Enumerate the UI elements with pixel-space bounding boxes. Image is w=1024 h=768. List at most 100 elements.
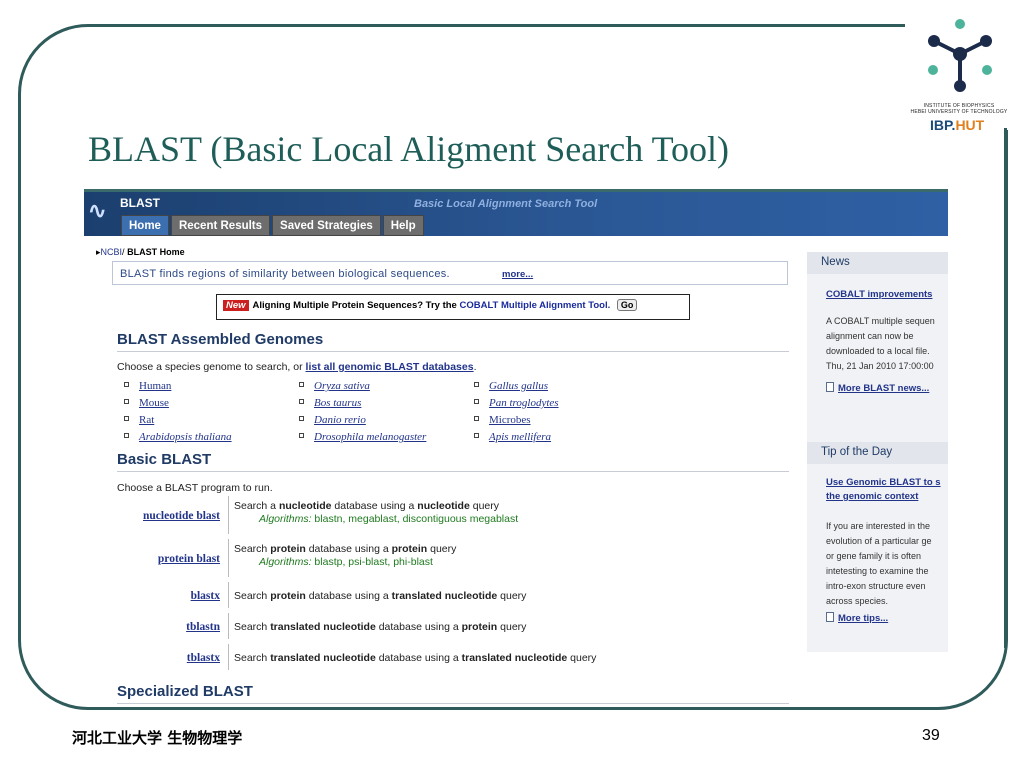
genome-item: Microbes [474,414,649,430]
helix-icon: ∿ [88,198,107,223]
document-icon [826,612,834,622]
genome-link[interactable]: Bos taurus [314,397,361,409]
news-cobalt-link[interactable]: COBALT improvements [826,289,932,300]
square-bullet-icon [124,433,129,438]
description-part: query [497,621,527,633]
breadcrumb: ▸NCBI/ BLAST Home [96,247,185,257]
tagline-more-link[interactable]: more... [502,269,533,280]
blast-tabs: Home Recent Results Saved Strategies Hel… [121,215,424,236]
program-divider [228,539,229,577]
genome-link[interactable]: Pan troglodytes [489,397,559,409]
page-number: 39 [922,727,940,744]
document-icon [826,382,834,392]
text-line: alignment can now be [826,331,914,341]
description-part: protein [270,590,306,602]
cobalt-text: Aligning Multiple Protein Sequences? Try… [252,300,457,311]
description-part: translated nucleotide [270,621,376,633]
program-description: Search translated nucleotide database us… [234,621,526,633]
tip-heading: Tip of the Day [807,442,948,464]
genome-link[interactable]: Rat [139,414,154,426]
genome-link[interactable]: Oryza sativa [314,380,370,392]
text-line: downloaded to a local file. [826,346,930,356]
cobalt-link[interactable]: COBALT Multiple Alignment Tool. [459,300,610,311]
tab-recent-results[interactable]: Recent Results [170,215,271,236]
cobalt-go-button[interactable]: Go [616,299,638,311]
square-bullet-icon [474,433,479,438]
description-part: nucleotide [278,500,332,512]
description-part: query [567,652,597,664]
more-tips-link[interactable]: More tips... [826,612,888,624]
description-part: database using a [331,500,418,512]
logo-brand: IBP.HUT [930,117,984,133]
tip-text: If you are interested in the evolution of… [826,519,932,609]
description-part: translated nucleotide [461,652,568,664]
program-description: Search a nucleotide database using a nuc… [234,500,499,512]
text-line: A COBALT multiple sequen [826,316,935,326]
text-line: intetesting to examine the [826,566,929,576]
square-bullet-icon [124,416,129,421]
genome-link[interactable]: Gallus gallus [489,380,548,392]
genome-link[interactable]: Mouse [139,397,169,409]
description-part: protein [461,621,498,633]
genome-item: Arabidopsis thaliana [124,431,299,447]
description-part: database using a [305,543,392,555]
description-part: Search [234,652,271,664]
description-part: translated nucleotide [391,590,498,602]
genome-link[interactable]: Microbes [489,414,531,426]
news-heading: News [807,252,948,274]
description-part: database using a [305,590,392,602]
genome-list: Human Oryza sativa Gallus gallus Mouse Bos t… [124,380,649,447]
text-line: across species. [826,596,889,606]
program-link[interactable]: nucleotide blast [143,510,220,522]
description-part: protein [270,543,306,555]
list-genomic-databases-link[interactable]: list all genomic BLAST databases [306,361,474,373]
tip-link-line-1: Use Genomic BLAST to s [826,477,941,488]
text-line: Thu, 21 Jan 2010 17:00:00 [826,361,934,371]
assembled-intro-end: . [473,361,477,373]
program-divider [228,613,229,639]
genome-item: Rat [124,414,299,430]
tab-saved-strategies[interactable]: Saved Strategies [272,215,381,236]
program-link[interactable]: tblastn [186,621,220,633]
square-bullet-icon [124,382,129,387]
square-bullet-icon [124,399,129,404]
description-part: Search a [234,500,279,512]
program-algorithms: Algorithms: blastn, megablast, discontig… [259,513,518,525]
assembled-rule [117,351,789,352]
program-description: Search protein database using a protein … [234,543,456,555]
genome-item: Danio rerio [299,414,474,430]
blast-name: BLAST [120,196,160,210]
breadcrumb-ncbi[interactable]: NCBI [101,247,123,257]
genome-link[interactable]: Danio rerio [314,414,366,426]
program-link[interactable]: tblastx [187,652,220,664]
more-blast-news-link[interactable]: More BLAST news... [826,382,929,394]
genome-item: Human [124,380,299,396]
basic-blast-heading: Basic BLAST [117,451,212,468]
program-divider [228,582,229,608]
more-blast-news-label: More BLAST news... [838,383,930,394]
blast-subtitle: Basic Local Alignment Search Tool [414,198,598,210]
basic-intro: Choose a BLAST program to run. [117,482,273,494]
program-link[interactable]: blastx [191,590,220,602]
genome-link[interactable]: Apis mellifera [489,431,551,443]
text-line: intro-exon structure even [826,581,926,591]
program-algorithms: Algorithms: blastp, psi-blast, phi-blast [259,556,433,568]
tip-link-line-2: the genomic context [826,491,919,502]
genome-link[interactable]: Human [139,380,171,392]
tab-help[interactable]: Help [382,215,424,236]
genome-item: Drosophila melanogaster [299,431,474,447]
assembled-intro-text: Choose a species genome to search, or [117,361,303,373]
square-bullet-icon [474,399,479,404]
breadcrumb-current: BLAST Home [127,247,185,257]
genome-item: Oryza sativa [299,380,474,396]
genome-item: Bos taurus [299,397,474,413]
description-part: nucleotide [417,500,470,512]
tab-home[interactable]: Home [121,215,169,236]
program-link[interactable]: protein blast [158,553,220,565]
breadcrumb-sep: / [122,247,125,257]
genome-link[interactable]: Arabidopsis thaliana [139,431,232,443]
tip-genomic-link[interactable]: Use Genomic BLAST to s the genomic conte… [826,476,941,504]
genome-item: Gallus gallus [474,380,649,396]
genome-link[interactable]: Drosophila melanogaster [314,431,426,443]
square-bullet-icon [474,416,479,421]
